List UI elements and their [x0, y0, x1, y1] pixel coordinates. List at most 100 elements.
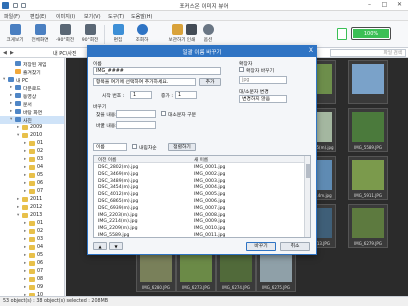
sidebar-item[interactable]: ▸ 2009 — [0, 124, 64, 132]
maximize-button[interactable]: □ — [377, 0, 392, 10]
sidebar-item[interactable]: ▸ 03 — [0, 156, 64, 164]
breadcrumb[interactable]: 내 PC\사진 — [53, 50, 77, 57]
sidebar-item[interactable]: ▸ 01 — [0, 140, 64, 148]
sidebar-item[interactable]: ▸ 문서 — [0, 100, 64, 108]
chevron-right-icon[interactable]: ▸ — [24, 173, 26, 178]
chevron-right-icon[interactable]: ▸ — [24, 269, 26, 274]
menu-help[interactable]: 도움말(H) — [131, 13, 152, 20]
close-window-button[interactable]: ✕ — [392, 0, 407, 10]
sidebar-item[interactable]: 저장된 게임 — [0, 60, 64, 68]
sidebar-item[interactable]: ▸ 08 — [0, 276, 64, 284]
search-input[interactable]: 파일 검색 — [330, 49, 406, 57]
photo-thumbnail[interactable]: IMG_5911.JPG — [348, 156, 388, 200]
list-scrollbar[interactable] — [304, 156, 310, 237]
chevron-down-icon[interactable]: ▾ — [10, 117, 12, 122]
chevron-right-icon[interactable]: ▸ — [24, 253, 26, 258]
chevron-right-icon[interactable]: ▸ — [24, 277, 26, 282]
sort-desc-checkbox[interactable] — [132, 144, 137, 149]
chevron-right-icon[interactable]: ▸ — [24, 141, 26, 146]
move-down-button[interactable]: ▼ — [109, 242, 123, 250]
extension-input[interactable]: jpg — [239, 76, 287, 84]
chevron-right-icon[interactable]: ▸ — [24, 149, 26, 154]
change-extension-checkbox[interactable] — [239, 67, 244, 72]
menu-image[interactable]: 이미지(I) — [56, 13, 75, 20]
search-button[interactable]: 조회하 — [131, 23, 153, 46]
sidebar-item[interactable]: ▸ 04 — [0, 244, 64, 252]
sidebar-item[interactable]: ▾ 사진 — [0, 116, 64, 124]
fullscreen-button[interactable]: 전체화면 — [28, 23, 52, 46]
list-item[interactable]: IMG_5589.jpg IMG_0011.jpg — [94, 232, 304, 237]
sidebar-item[interactable]: ▸ 07 — [0, 268, 64, 276]
chevron-right-icon[interactable]: ▸ — [24, 237, 26, 242]
menu-view[interactable]: 보기(V) — [84, 13, 101, 20]
sidebar-item[interactable]: ▸ 07 — [0, 188, 64, 196]
menu-tools[interactable]: 도구(T) — [108, 13, 124, 20]
back-icon[interactable]: ◀ — [3, 50, 7, 56]
chevron-down-icon[interactable]: ▾ — [17, 133, 19, 138]
rotate-left-button[interactable]: -90°회전 — [53, 23, 77, 46]
rotate-right-button[interactable]: 90°회전 — [78, 23, 102, 46]
sidebar-item[interactable]: ▸ 04 — [0, 164, 64, 172]
scrollbar-thumb[interactable] — [306, 164, 310, 178]
cancel-button[interactable]: 취소 — [280, 242, 310, 251]
chevron-right-icon[interactable]: ▸ — [24, 157, 26, 162]
step-input[interactable]: 1 — [175, 91, 197, 99]
chevron-right-icon[interactable]: ▸ — [10, 109, 12, 114]
forward-icon[interactable]: ▶ — [10, 50, 14, 56]
chevron-right-icon[interactable]: ▸ — [17, 197, 19, 202]
sidebar-item[interactable]: ▸ 06 — [0, 260, 64, 268]
sidebar-item[interactable]: ▸ 09 — [0, 284, 64, 292]
chevron-right-icon[interactable]: ▸ — [24, 261, 26, 266]
photo-thumbnail[interactable] — [348, 60, 388, 104]
move-up-button[interactable]: ▲ — [93, 242, 107, 250]
menu-file[interactable]: 파일(F) — [4, 13, 20, 20]
sidebar-item[interactable]: ▸ 동영상 — [0, 92, 64, 100]
sidebar-item[interactable]: ▸ 바탕 화면 — [0, 108, 64, 116]
start-number-input[interactable]: 1 — [130, 91, 152, 99]
sidebar-item[interactable]: 즐겨찾기 — [0, 68, 64, 76]
chevron-right-icon[interactable]: ▸ — [24, 285, 26, 290]
sidebar-item[interactable]: ▾ 2010 — [0, 132, 64, 140]
chevron-right-icon[interactable]: ▸ — [10, 101, 12, 106]
chevron-right-icon[interactable]: ▸ — [10, 85, 12, 90]
zoom-fit-button[interactable]: 크게보기 — [3, 23, 27, 46]
chevron-right-icon[interactable]: ▸ — [17, 205, 19, 210]
edit-button[interactable]: 편집 — [107, 23, 129, 46]
rename-ok-button[interactable]: 바꾸기 — [246, 242, 276, 251]
case-sensitive-checkbox[interactable] — [161, 111, 166, 116]
chevron-right-icon[interactable]: ▸ — [24, 189, 26, 194]
sort-button[interactable]: 정렬하기 — [168, 143, 196, 151]
sidebar-item[interactable]: ▸ 02 — [0, 228, 64, 236]
chevron-right-icon[interactable]: ▸ — [24, 181, 26, 186]
photo-thumbnail[interactable]: IMG_5589.JPG — [348, 108, 388, 152]
sort-field-select[interactable]: 이름 — [93, 143, 127, 151]
insert-item-select[interactable]: 항목을 여기에 선택하여 추가하세요. — [93, 78, 196, 86]
sidebar-item[interactable]: ▾ 내 PC — [0, 76, 64, 84]
chevron-right-icon[interactable]: ▸ — [17, 125, 19, 130]
add-button[interactable]: 추가 — [199, 78, 221, 86]
sidebar-item[interactable]: ▸ 05 — [0, 252, 64, 260]
sidebar-item[interactable]: ▸ 다운로드 — [0, 84, 64, 92]
chevron-right-icon[interactable]: ▸ — [24, 165, 26, 170]
sidebar-item[interactable]: ▸ 2012 — [0, 204, 64, 212]
photo-thumbnail[interactable]: IMG_6279.JPG — [348, 204, 388, 248]
dialog-close-button[interactable]: X — [309, 47, 313, 54]
chevron-down-icon[interactable]: ▾ — [3, 77, 5, 82]
sidebar-item[interactable]: ▸ 01 — [0, 220, 64, 228]
chevron-right-icon[interactable]: ▸ — [10, 93, 12, 98]
sidebar-item[interactable]: ▾ 2013 — [0, 212, 64, 220]
chevron-right-icon[interactable]: ▸ — [24, 245, 26, 250]
replace-with-input[interactable] — [116, 121, 156, 129]
menu-edit[interactable]: 편집(E) — [30, 13, 46, 20]
chevron-right-icon[interactable]: ▸ — [24, 221, 26, 226]
minimize-button[interactable]: – — [362, 0, 377, 10]
options-button[interactable]: 옵션 — [197, 23, 219, 46]
sidebar-item[interactable]: ▸ 06 — [0, 180, 64, 188]
chevron-right-icon[interactable]: ▸ — [24, 229, 26, 234]
sidebar-item[interactable]: ▸ 2011 — [0, 196, 64, 204]
sidebar-item[interactable]: ▸ 02 — [0, 148, 64, 156]
name-pattern-input[interactable]: IMG_#### — [93, 67, 221, 75]
sidebar-item[interactable]: ▸ 03 — [0, 236, 64, 244]
case-change-select[interactable]: 변경하지 않음 — [239, 95, 287, 103]
sidebar-item[interactable]: ▸ 05 — [0, 172, 64, 180]
